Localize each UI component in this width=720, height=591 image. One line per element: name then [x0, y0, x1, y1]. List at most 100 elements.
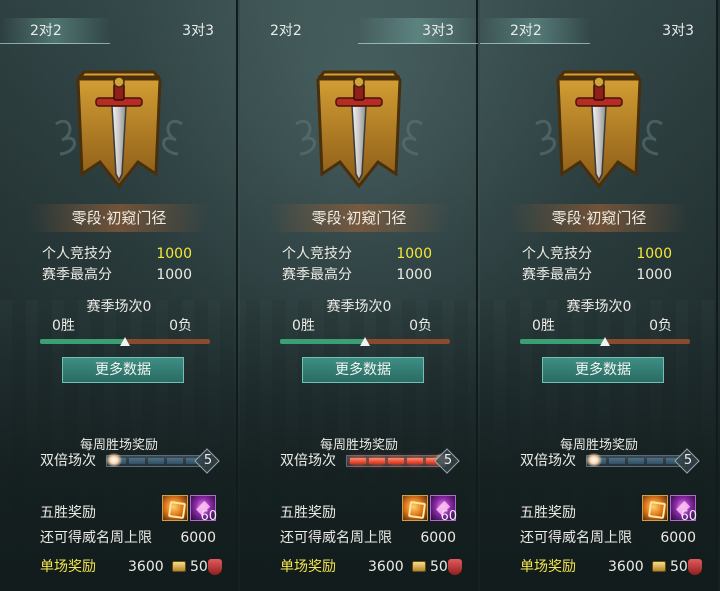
- more-data-button[interactable]: 更多数据: [542, 357, 664, 383]
- season-high-label: 赛季最高分: [42, 267, 112, 283]
- double-match-segment: [407, 458, 423, 464]
- prestige-cap-row: 还可得威名周上限 6000: [40, 528, 216, 548]
- double-match-segment: [167, 458, 183, 464]
- rank-title: 零段·初窥门径: [510, 204, 688, 232]
- coin-icon: [652, 561, 666, 572]
- season-high-value: 1000: [396, 267, 432, 283]
- item-quantity: 60: [680, 509, 697, 524]
- double-matches-bar: [346, 453, 451, 467]
- season-matches: 赛季场次0: [566, 299, 632, 315]
- arena-panel: 2对2 3对3 零段·初窥门径 个人竞技分 1000 赛季最高分 1000 赛季…: [240, 0, 478, 591]
- wins-count: 0胜: [292, 318, 315, 334]
- season-high-row: 赛季最高分 1000: [522, 265, 672, 285]
- mode-tabs: 2对2 3对3: [240, 0, 478, 54]
- single-reward-row: 单场奖励 3600 50: [520, 556, 704, 578]
- arena-panel: 2对2 3对3 零段·初窥门径 个人竞技分 1000 赛季最高分 1000 赛季…: [480, 0, 718, 591]
- personal-score-row: 个人竞技分 1000: [522, 244, 672, 264]
- ratio-marker-icon: [360, 337, 370, 346]
- win-fill: [280, 339, 365, 344]
- prestige-cap-label: 还可得威名周上限: [280, 530, 392, 546]
- win-loss-bar: [280, 337, 450, 346]
- double-matches-label: 双倍场次: [280, 453, 336, 469]
- win-loss-bar: [40, 337, 210, 346]
- progress-spark-icon: [106, 453, 122, 467]
- arena-screen: 2对2 3对3 零段·初窥门径 个人竞技分 1000 赛季最高分 1000 赛季…: [0, 0, 720, 591]
- crystal-icon[interactable]: 60: [670, 495, 697, 524]
- five-win-label: 五胜奖励: [520, 505, 576, 521]
- more-data-button[interactable]: 更多数据: [302, 357, 424, 383]
- tab-2v2[interactable]: 2对2: [480, 18, 590, 44]
- double-matches-bar: [586, 453, 686, 467]
- tab-3v3[interactable]: 3对3: [118, 18, 214, 44]
- season-high-row: 赛季最高分 1000: [42, 265, 192, 285]
- prestige-cap-value: 6000: [660, 530, 696, 546]
- item-quantity: 60: [200, 509, 217, 524]
- single-reward-label: 单场奖励: [40, 559, 96, 575]
- double-match-segment: [148, 458, 164, 464]
- personal-score-value: 1000: [396, 246, 432, 262]
- treasure-box-icon[interactable]: 5: [162, 495, 203, 524]
- tab-3v3[interactable]: 3对3: [358, 18, 478, 44]
- treasure-box-icon[interactable]: 5: [402, 495, 443, 524]
- more-data-button[interactable]: 更多数据: [62, 357, 184, 383]
- prestige-cap-label: 还可得威名周上限: [40, 530, 152, 546]
- crystal-icon[interactable]: 60: [430, 495, 457, 524]
- double-match-segment: [647, 458, 663, 464]
- double-match-segment: [369, 458, 385, 464]
- progress-spark-icon: [586, 453, 602, 467]
- mode-tabs: 2对2 3对3: [0, 0, 238, 54]
- tab-3v3[interactable]: 3对3: [598, 18, 694, 44]
- losses-count: 0负: [409, 318, 432, 334]
- season-high-value: 1000: [156, 267, 192, 283]
- coin-icon: [412, 561, 426, 572]
- tab-2v2[interactable]: 2对2: [0, 18, 110, 44]
- crystal-icon[interactable]: 60: [190, 495, 217, 524]
- single-reward-coins: 3600: [128, 559, 164, 575]
- ratio-marker-icon: [120, 337, 130, 346]
- double-matches-total: 5: [674, 448, 700, 474]
- item-quantity: 60: [440, 509, 457, 524]
- season-matches: 赛季场次0: [326, 299, 392, 315]
- five-win-label: 五胜奖励: [280, 505, 336, 521]
- double-match-segment: [388, 458, 404, 464]
- sword-banner-icon: [290, 62, 428, 192]
- double-matches-label: 双倍场次: [40, 453, 96, 469]
- rank-title: 零段·初窥门径: [30, 204, 208, 232]
- win-fill: [520, 339, 605, 344]
- rank-title: 零段·初窥门径: [270, 204, 448, 232]
- win-fill: [40, 339, 125, 344]
- wins-count: 0胜: [532, 318, 555, 334]
- prestige-shield-icon: [688, 559, 702, 575]
- mode-tabs: 2对2 3对3: [480, 0, 718, 54]
- single-reward-prestige: 50: [190, 559, 208, 575]
- personal-score-label: 个人竞技分: [282, 246, 352, 262]
- tab-2v2[interactable]: 2对2: [270, 18, 366, 44]
- treasure-box-icon[interactable]: 5: [642, 495, 683, 524]
- arena-panel: 2对2 3对3 零段·初窥门径 个人竞技分 1000 赛季最高分 1000 赛季…: [0, 0, 238, 591]
- season-high-label: 赛季最高分: [522, 267, 592, 283]
- season-matches: 赛季场次0: [86, 299, 152, 315]
- double-match-segment: [350, 458, 366, 464]
- prestige-shield-icon: [208, 559, 222, 575]
- single-reward-label: 单场奖励: [520, 559, 576, 575]
- wins-count: 0胜: [52, 318, 75, 334]
- win-loss-bar: [520, 337, 690, 346]
- losses-count: 0负: [649, 318, 672, 334]
- prestige-shield-icon: [448, 559, 462, 575]
- prestige-cap-label: 还可得威名周上限: [520, 530, 632, 546]
- ratio-marker-icon: [600, 337, 610, 346]
- double-matches-bar: [106, 453, 206, 467]
- prestige-cap-row: 还可得威名周上限 6000: [520, 528, 696, 548]
- single-reward-coins: 3600: [608, 559, 644, 575]
- double-total-value: 5: [683, 453, 693, 468]
- double-total-value: 5: [203, 453, 213, 468]
- single-reward-label: 单场奖励: [280, 559, 336, 575]
- sword-banner-icon: [530, 62, 668, 192]
- double-match-segment: [628, 458, 644, 464]
- coin-icon: [172, 561, 186, 572]
- single-reward-prestige: 50: [670, 559, 688, 575]
- double-match-segment: [129, 458, 145, 464]
- season-high-row: 赛季最高分 1000: [282, 265, 432, 285]
- personal-score-row: 个人竞技分 1000: [42, 244, 192, 264]
- season-high-label: 赛季最高分: [282, 267, 352, 283]
